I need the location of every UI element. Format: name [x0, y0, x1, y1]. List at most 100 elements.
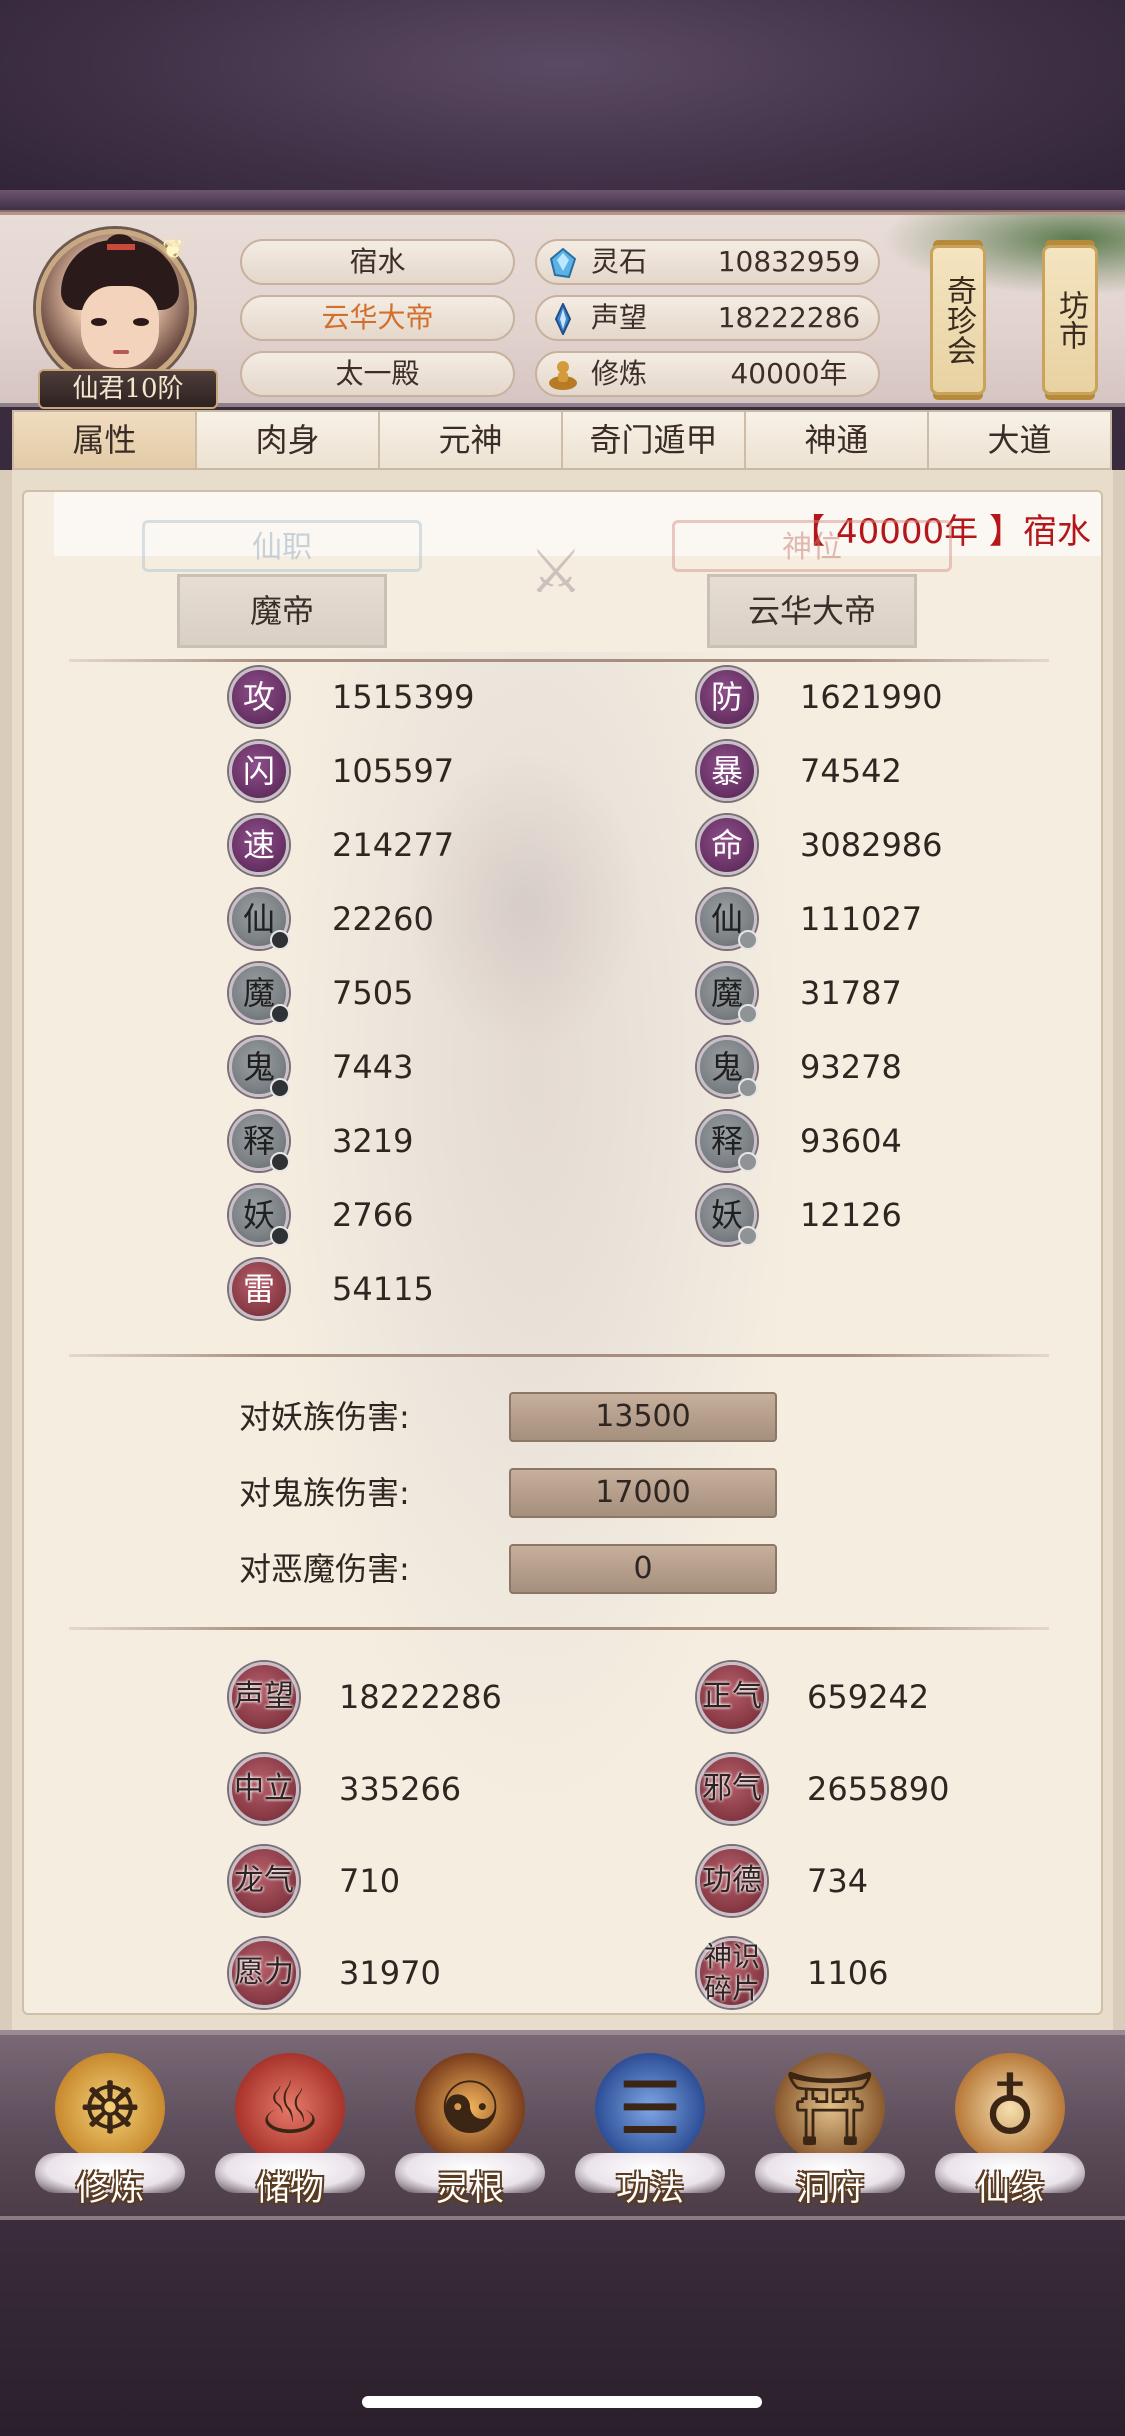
misc-stat-value: 1106: [807, 1954, 889, 1992]
misc-stat-label: 神识碎片: [703, 1940, 760, 2005]
top-background: [0, 0, 1125, 215]
misc-stat-label: 中立: [234, 1771, 294, 1806]
immortal-post-label: 仙职: [142, 520, 422, 572]
info-icon[interactable]: [270, 1078, 290, 1098]
stat-badge: 妖: [229, 1185, 290, 1246]
stat-badge: 仙: [697, 889, 758, 950]
misc-stat-label: 龙气: [234, 1863, 294, 1898]
attributes-content: 【 40000年 】宿水 仙职 魔帝 ⚔ 神位 云华大帝 攻 1515399 闪 10…: [22, 490, 1103, 2015]
rank-badge: 仙君10阶: [38, 369, 218, 409]
nav-label: 仙缘: [976, 2169, 1044, 2209]
damage-bonus-value: 13500: [509, 1392, 777, 1442]
nav-button[interactable]: ☸ 修炼: [25, 2045, 195, 2215]
tab-dao[interactable]: 大道: [929, 412, 1110, 468]
bottom-navigation: ☸ 修炼 ♨ 储物 ☯ 灵根 ☰ 功法 ⛩ 洞府 ♁ 仙缘: [0, 2030, 1125, 2220]
nav-label: 功法: [616, 2169, 684, 2209]
avatar-face: [81, 286, 159, 368]
tab-bar: 属性 肉身 元神 奇门遁甲 神通 大道: [12, 410, 1112, 470]
misc-stat-value: 18222286: [339, 1678, 502, 1716]
misc-stat-label: 功德: [702, 1863, 762, 1898]
stat-badge: 暴: [697, 741, 757, 801]
stat-value: 93604: [800, 1122, 902, 1160]
resist-icon[interactable]: [738, 1078, 758, 1098]
cultivation-icon: ☸: [55, 2053, 165, 2163]
tab-magic[interactable]: 神通: [746, 412, 929, 468]
avatar[interactable]: ❦ 仙君10阶: [30, 223, 218, 409]
resource-value: 40000年: [730, 357, 848, 390]
resist-icon[interactable]: [738, 930, 758, 950]
market-button[interactable]: 坊市: [1042, 245, 1098, 395]
info-icon[interactable]: [270, 1004, 290, 1024]
meditation-icon: [549, 361, 577, 390]
avatar-mouth: [113, 350, 129, 354]
stat-badge: 雷: [229, 1259, 289, 1319]
storage-bag-icon: ♨: [235, 2053, 345, 2163]
misc-stat-value: 31970: [339, 1954, 441, 1992]
info-icon[interactable]: [270, 930, 290, 950]
misc-stat-value: 734: [807, 1862, 869, 1900]
misc-stat-value: 710: [339, 1862, 401, 1900]
stat-badge: 命: [697, 815, 757, 875]
nav-button[interactable]: ♁ 仙缘: [925, 2045, 1095, 2215]
cave-dwelling-icon: ⛩: [775, 2053, 885, 2163]
stat-value: 7443: [332, 1048, 414, 1086]
section-divider: [69, 659, 1049, 662]
tab-attributes[interactable]: 属性: [14, 412, 197, 468]
nav-label: 储物: [256, 2169, 324, 2209]
nav-button[interactable]: ☰ 功法: [565, 2045, 735, 2215]
resource-reputation: 声望 18222286: [535, 295, 880, 341]
resource-spirit-stone: 灵石 10832959: [535, 239, 880, 285]
damage-bonus-label: 对妖族伤害:: [239, 1398, 410, 1436]
tab-spirit[interactable]: 元神: [380, 412, 563, 468]
section-divider: [69, 1354, 1049, 1357]
stat-value: 7505: [332, 974, 414, 1012]
reputation-crystal-icon: [554, 303, 572, 335]
tab-body[interactable]: 肉身: [197, 412, 380, 468]
info-icon[interactable]: [270, 1152, 290, 1172]
treasure-auction-button[interactable]: 奇珍会: [930, 245, 986, 395]
nav-label: 修炼: [76, 2169, 144, 2209]
misc-stat-label: 愿力: [234, 1955, 294, 1990]
stat-badge: 速: [229, 815, 289, 875]
avatar-eye: [91, 318, 107, 326]
stat-badge: 魔: [229, 963, 290, 1024]
nav-button[interactable]: ⛩ 洞府: [745, 2045, 915, 2215]
stat-badge: 鬼: [229, 1037, 290, 1098]
immortal-post-value: 魔帝: [177, 574, 387, 648]
resist-icon[interactable]: [738, 1004, 758, 1024]
stat-value: 22260: [332, 900, 434, 938]
resource-label: 声望: [591, 301, 648, 334]
spirit-stone-icon: [549, 247, 577, 279]
damage-bonus-label: 对鬼族伤害:: [239, 1474, 410, 1512]
divine-post-label: 神位: [672, 520, 952, 572]
misc-stat-label: 声望: [234, 1679, 294, 1714]
butterfly-icon: ❦: [162, 235, 184, 265]
info-icon[interactable]: [270, 1226, 290, 1246]
spirit-root-icon: ☯: [415, 2053, 525, 2163]
stat-value: 93278: [800, 1048, 902, 1086]
misc-stat-label: 邪气: [702, 1771, 762, 1806]
crossed-swords-icon: ⚔: [529, 537, 583, 607]
technique-book-icon: ☰: [595, 2053, 705, 2163]
section-divider: [69, 1627, 1049, 1630]
resist-icon[interactable]: [738, 1226, 758, 1246]
stat-value: 31787: [800, 974, 902, 1012]
nav-button[interactable]: ♨ 储物: [205, 2045, 375, 2215]
nav-label: 灵根: [436, 2169, 504, 2209]
stat-value: 2766: [332, 1196, 414, 1234]
resist-icon[interactable]: [738, 1152, 758, 1172]
home-indicator: [362, 2396, 762, 2408]
stat-value: 1621990: [800, 678, 943, 716]
player-title: 云华大帝: [240, 295, 515, 341]
resource-cultivation: 修炼 40000年: [535, 351, 880, 397]
nav-button[interactable]: ☯ 灵根: [385, 2045, 555, 2215]
divine-post-value: 云华大帝: [707, 574, 917, 648]
damage-bonus-label: 对恶魔伤害:: [239, 1550, 410, 1588]
stat-badge: 释: [697, 1111, 758, 1172]
tab-qimen[interactable]: 奇门遁甲: [563, 412, 746, 468]
stat-badge: 鬼: [697, 1037, 758, 1098]
player-header: ❦ 仙君10阶 宿水 云华大帝 太一殿 灵石 10832959 声望 18222…: [0, 212, 1125, 409]
avatar-hairpin: [107, 244, 135, 250]
damage-bonus-value: 0: [509, 1544, 777, 1594]
resource-label: 灵石: [591, 245, 648, 278]
